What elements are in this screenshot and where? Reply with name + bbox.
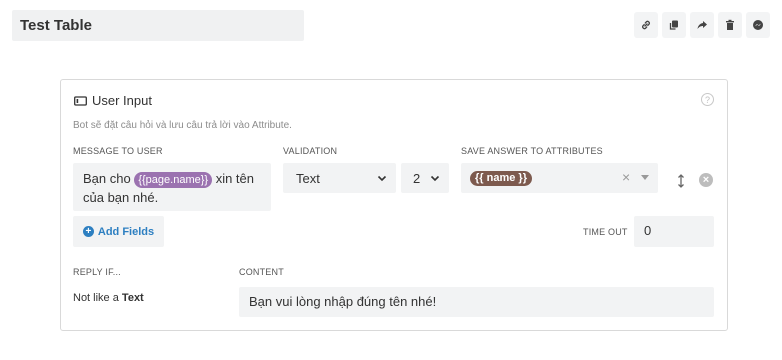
messenger-icon bbox=[753, 20, 763, 30]
link-button[interactable] bbox=[634, 12, 658, 38]
reply-condition-type: Text bbox=[121, 292, 144, 304]
add-fields-button[interactable]: + Add Fields bbox=[73, 216, 164, 247]
page-title[interactable]: Test Table bbox=[20, 17, 92, 34]
validation-type-value: Text bbox=[296, 170, 320, 186]
link-icon bbox=[642, 20, 650, 30]
content-input[interactable]: Bạn vui lòng nhập đúng tên nhé! bbox=[239, 287, 714, 317]
page-title-bar[interactable]: Test Table bbox=[12, 10, 304, 41]
card-description: Bot sẽ đặt câu hỏi và lưu câu trả lời và… bbox=[73, 120, 292, 131]
user-input-card: User Input ? Bot sẽ đặt câu hỏi và lưu c… bbox=[60, 79, 728, 331]
timeout-label: TIME OUT bbox=[583, 227, 628, 237]
input-field-icon bbox=[74, 95, 87, 106]
reply-if-label: REPLY IF... bbox=[73, 267, 121, 277]
share-button[interactable] bbox=[690, 12, 714, 38]
caret-down-icon[interactable] bbox=[641, 175, 649, 180]
validation-count-value: 2 bbox=[413, 170, 421, 186]
chevron-down-icon bbox=[377, 175, 387, 182]
messenger-button[interactable] bbox=[746, 12, 770, 38]
sort-icon[interactable] bbox=[677, 174, 685, 188]
attribute-tag: {{ name }} bbox=[470, 171, 532, 186]
trash-icon bbox=[726, 19, 734, 30]
save-answer-label: SAVE ANSWER TO ATTRIBUTES bbox=[461, 146, 603, 156]
help-icon[interactable]: ? bbox=[701, 93, 714, 106]
variable-tag: {{page.name}} bbox=[134, 172, 213, 188]
clear-icon[interactable]: × bbox=[622, 169, 630, 185]
message-input[interactable]: Bạn cho {{page.name}} xin tên của bạn nh… bbox=[73, 163, 271, 211]
timeout-input[interactable]: 0 bbox=[634, 216, 714, 247]
card-title: User Input bbox=[74, 93, 152, 108]
card-title-text: User Input bbox=[92, 93, 152, 108]
delete-button[interactable] bbox=[718, 12, 742, 38]
message-prefix: Bạn cho bbox=[83, 171, 131, 186]
validation-count-select[interactable]: 2 bbox=[401, 163, 449, 193]
message-label: MESSAGE TO USER bbox=[73, 146, 163, 156]
copy-icon bbox=[669, 20, 678, 30]
plus-icon: + bbox=[82, 226, 94, 237]
content-label: CONTENT bbox=[239, 267, 284, 277]
remove-field-icon[interactable]: × bbox=[699, 173, 713, 187]
reply-condition[interactable]: Not like a Text bbox=[73, 292, 144, 304]
validation-type-select[interactable]: Text bbox=[283, 163, 396, 193]
validation-label: VALIDATION bbox=[283, 146, 338, 156]
reply-condition-prefix: Not like a bbox=[73, 292, 119, 304]
add-fields-label: Add Fields bbox=[97, 225, 155, 238]
attribute-select[interactable]: {{ name }} × bbox=[461, 163, 658, 193]
chevron-down-icon bbox=[430, 175, 440, 182]
copy-button[interactable] bbox=[662, 12, 686, 38]
share-icon bbox=[697, 21, 707, 29]
